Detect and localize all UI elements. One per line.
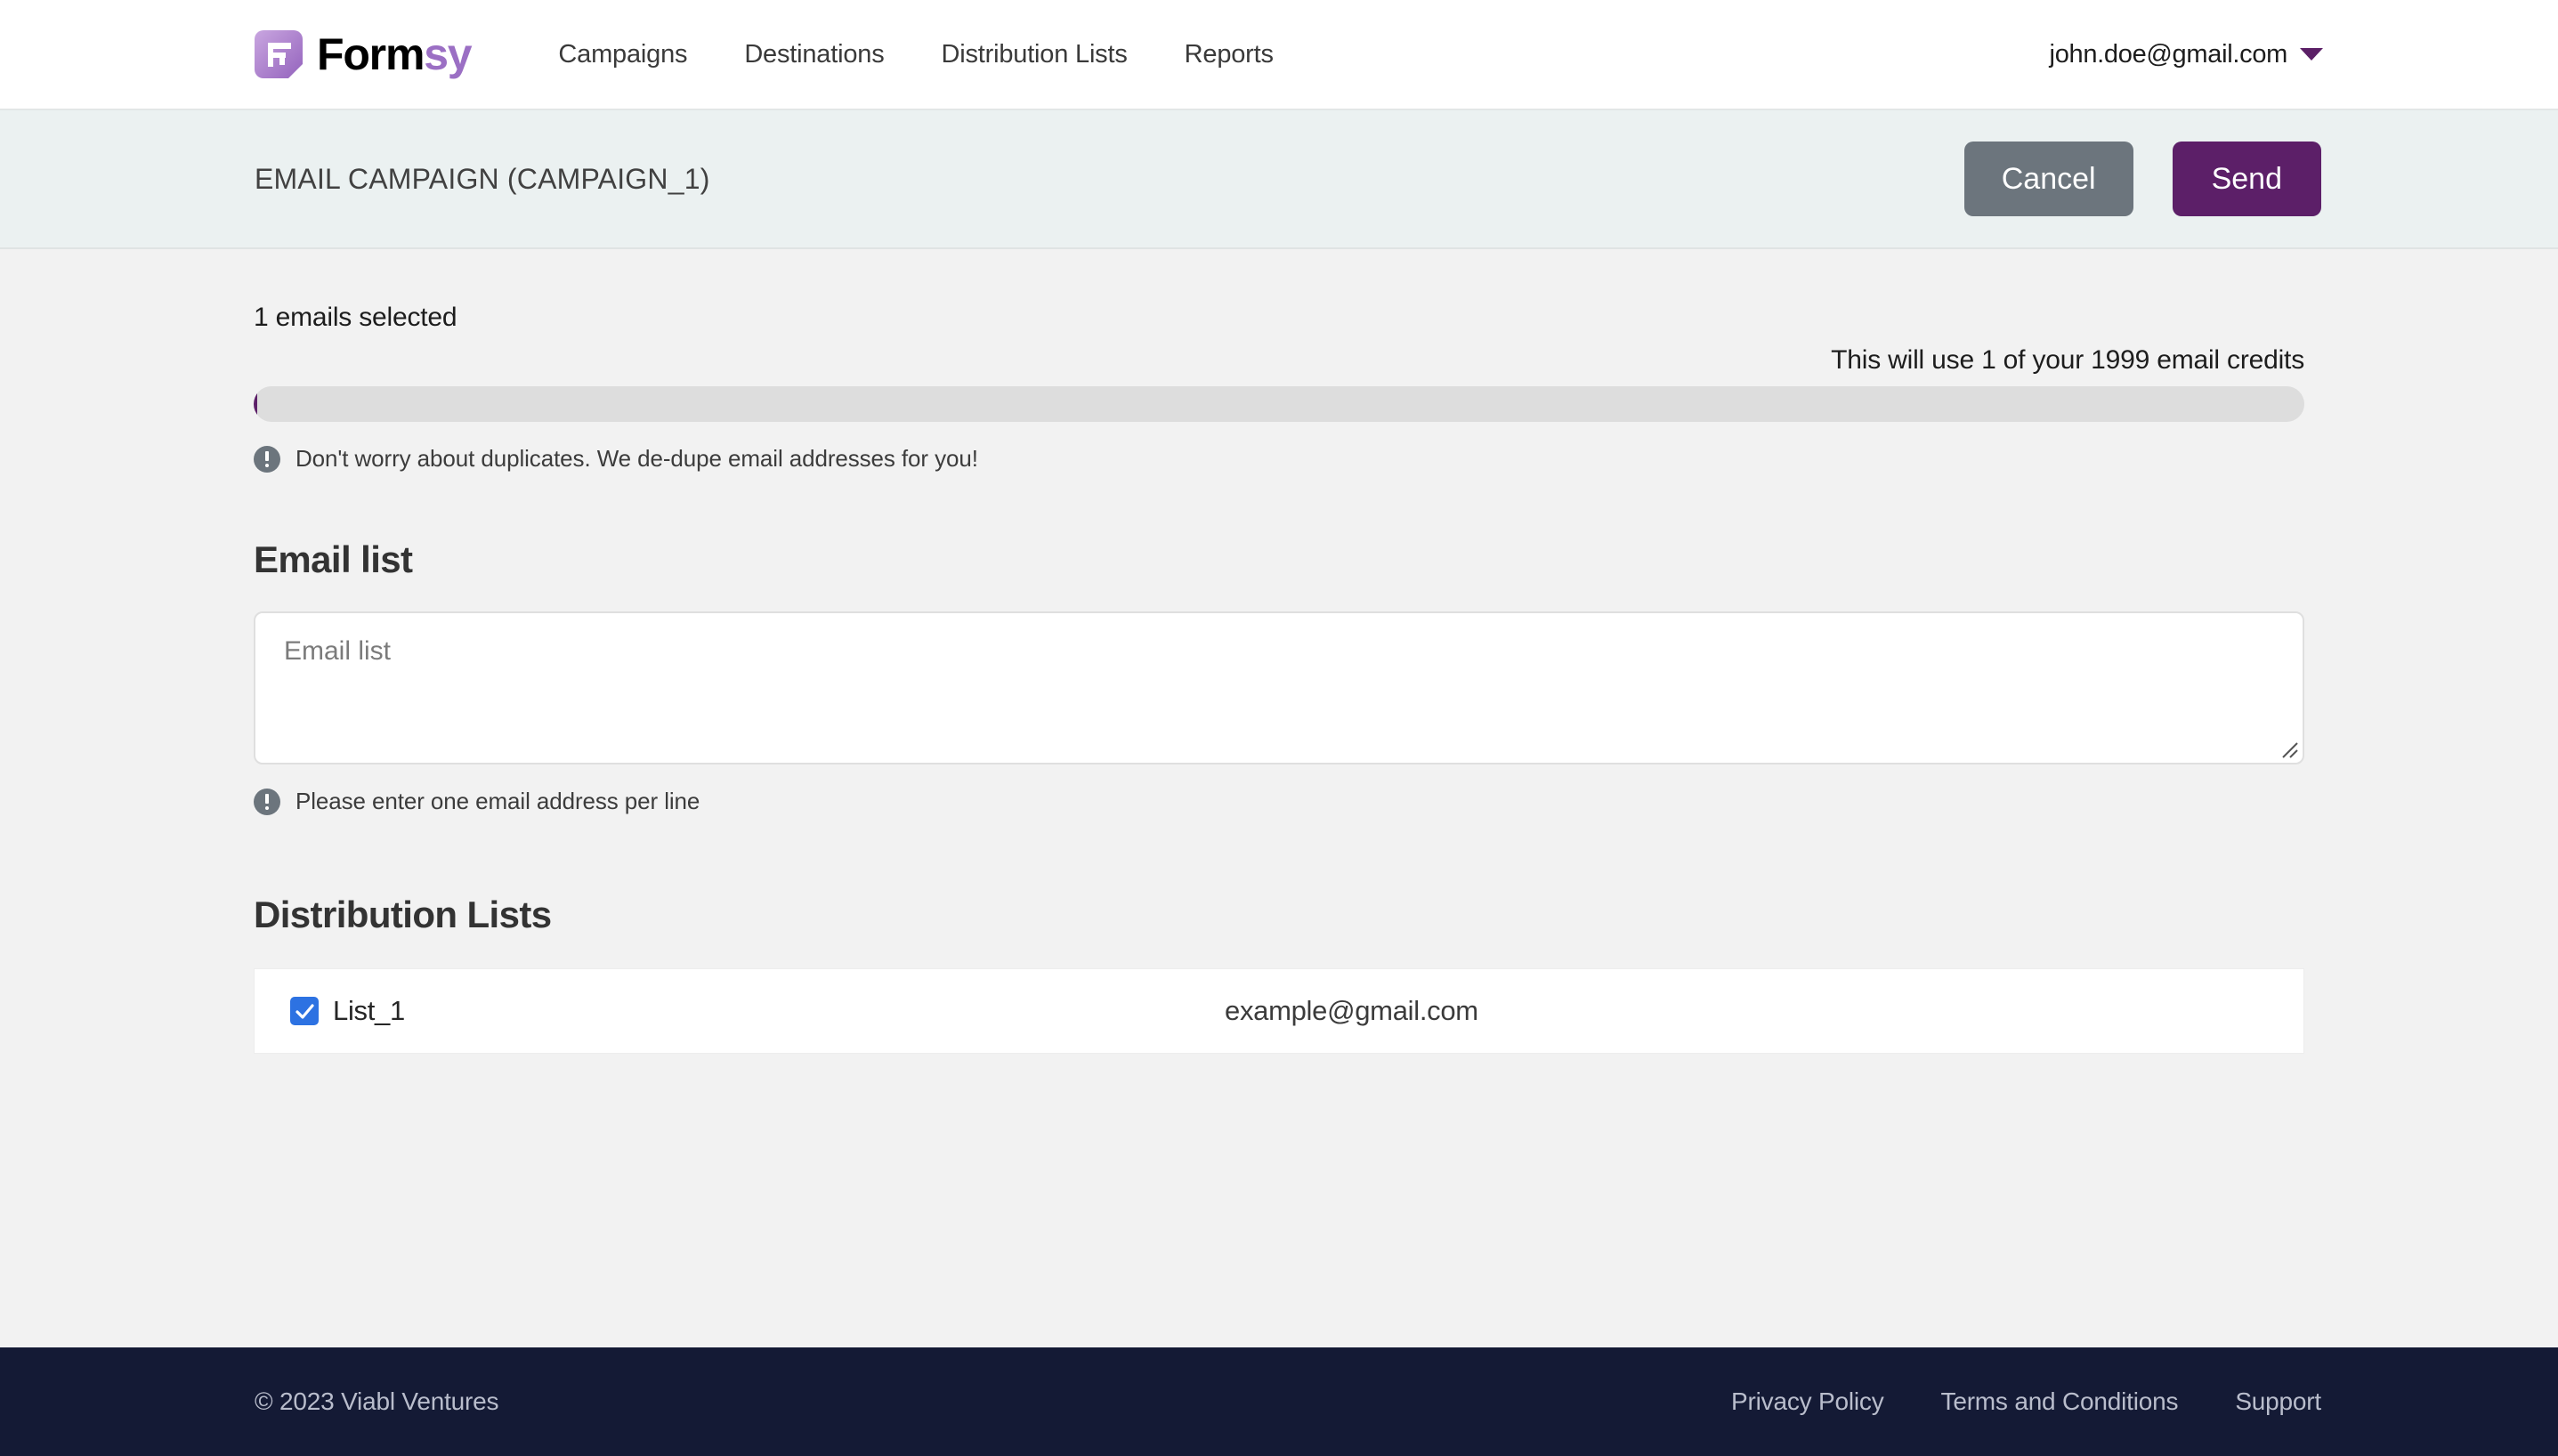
- duplicates-hint-row: Don't worry about duplicates. We de-dupe…: [254, 445, 2304, 473]
- top-navigation-bar: Formsy Campaigns Destinations Distributi…: [0, 0, 2558, 109]
- distribution-list-name: List_1: [333, 995, 405, 1026]
- email-list-input[interactable]: [254, 611, 2304, 764]
- user-email-label: john.doe@gmail.com: [2049, 39, 2288, 69]
- footer-copyright: © 2023 Viabl Ventures: [255, 1387, 499, 1415]
- footer-link-terms-and-conditions[interactable]: Terms and Conditions: [1913, 1387, 2207, 1416]
- main-content: 1 emails selected This will use 1 of you…: [0, 249, 2558, 1347]
- nav-item-distribution-lists[interactable]: Distribution Lists: [913, 40, 1156, 69]
- brand-word-accent: sy: [424, 29, 472, 79]
- info-circle-icon: [254, 445, 280, 473]
- page-footer: © 2023 Viabl Ventures Privacy Policy Ter…: [0, 1347, 2558, 1456]
- brand-word-dark: Form: [317, 29, 425, 79]
- email-list-heading: Email list: [254, 538, 413, 580]
- cancel-button[interactable]: Cancel: [1963, 142, 2133, 216]
- table-row[interactable]: List_1 example@gmail.com: [254, 968, 2304, 1054]
- email-format-hint-row: Please enter one email address per line: [254, 788, 2304, 815]
- info-circle-icon: [254, 788, 280, 815]
- email-credits-usage: This will use 1 of your 1999 email credi…: [1831, 345, 2304, 375]
- nav-item-destinations[interactable]: Destinations: [716, 40, 912, 69]
- primary-nav-links: Campaigns Destinations Distribution List…: [530, 40, 1301, 69]
- email-credits-progress-fill: [254, 386, 257, 422]
- nav-item-reports[interactable]: Reports: [1156, 40, 1302, 69]
- email-format-hint-text: Please enter one email address per line: [295, 788, 700, 814]
- selected-emails-count: 1 emails selected: [254, 303, 457, 332]
- nav-item-campaigns[interactable]: Campaigns: [530, 40, 716, 69]
- duplicates-hint-text: Don't worry about duplicates. We de-dupe…: [295, 445, 978, 472]
- distribution-list-checkbox[interactable]: [290, 997, 319, 1025]
- campaign-action-bar: EMAIL CAMPAIGN (CAMPAIGN_1) Cancel Send: [0, 109, 2558, 249]
- app-page: Formsy Campaigns Destinations Distributi…: [0, 0, 2558, 1456]
- page-title: EMAIL CAMPAIGN (CAMPAIGN_1): [255, 162, 710, 195]
- email-credits-progress-bar: [254, 386, 2304, 422]
- formsy-logo-icon: [253, 28, 304, 80]
- footer-link-group: Privacy Policy Terms and Conditions Supp…: [1703, 1387, 2321, 1416]
- content-container: 1 emails selected This will use 1 of you…: [254, 249, 2304, 1054]
- user-account-menu[interactable]: john.doe@gmail.com: [2050, 40, 2323, 69]
- distribution-list-name-cell: List_1: [290, 995, 1225, 1027]
- chevron-down-icon: [2300, 48, 2323, 61]
- email-list-textarea-wrapper: [254, 611, 2304, 764]
- distribution-list-email: example@gmail.com: [1225, 995, 1478, 1026]
- send-button[interactable]: Send: [2172, 142, 2321, 216]
- distribution-lists-heading: Distribution Lists: [254, 894, 552, 935]
- action-button-group: Cancel Send: [1963, 142, 2321, 216]
- footer-link-support[interactable]: Support: [2206, 1387, 2321, 1416]
- brand-logo[interactable]: Formsy: [253, 28, 473, 80]
- footer-link-privacy-policy[interactable]: Privacy Policy: [1703, 1387, 1912, 1416]
- brand-wordmark: Formsy: [317, 29, 473, 79]
